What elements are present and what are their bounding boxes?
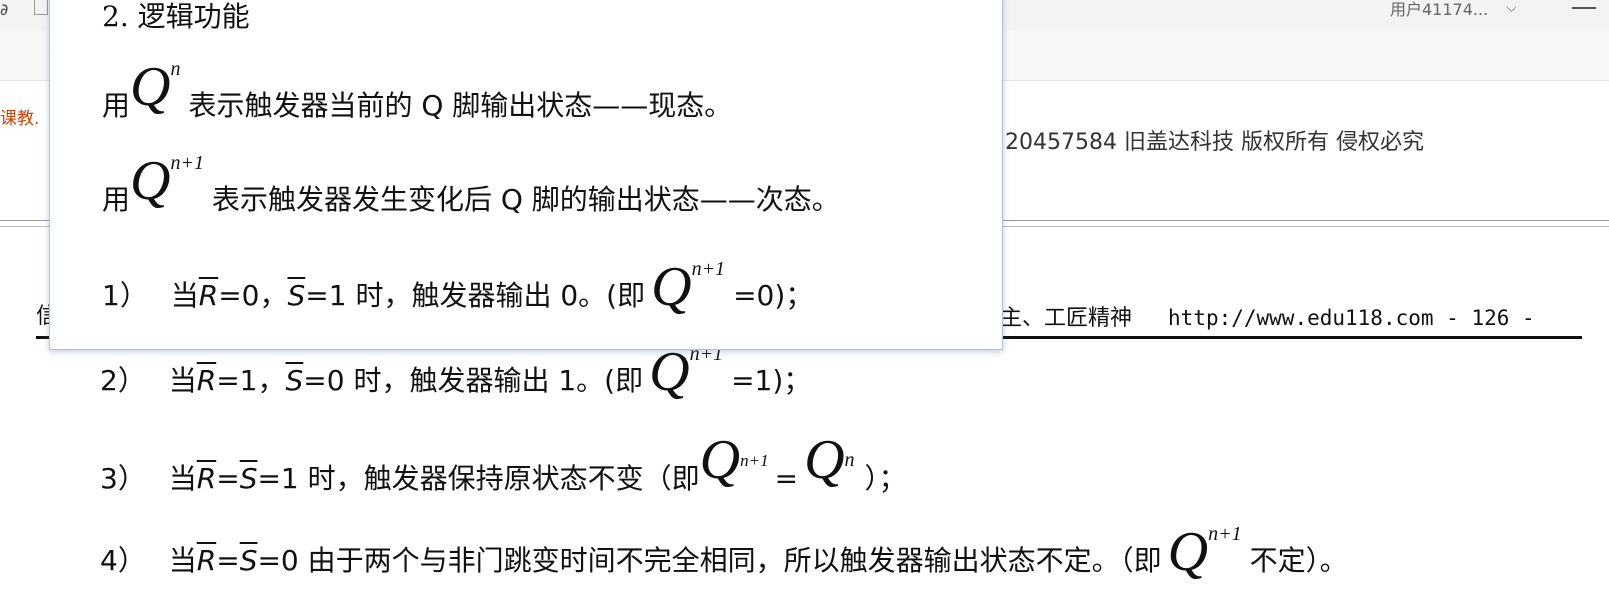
superscript: n+1 [1208,523,1242,545]
preview-popup[interactable]: 2. 逻辑功能 用Qn表示触发器当前的 Q 脚输出状态——现态。 用Qn+1表示… [49,0,1003,350]
item-text: 不定）。 [1249,544,1348,577]
list-item: 4） 当R=S=0 由于两个与非门跳变时间不完全相同，所以触发器输出状态不定。（… [100,524,1348,580]
s-bar-symbol: S [287,279,306,312]
r-bar-symbol: R [196,364,217,397]
item-text: =1， [216,364,286,397]
list-item: 3） 当R=S=1 时，触发器保持原状态不变（即Qn+1= Qn）； [100,432,907,493]
item-text: 用 [102,89,131,122]
item-text: =0 由于两个与非门跳变时间不完全相同，所以触发器输出状态不定。（即 [257,544,1162,577]
item-text: ）； [864,462,907,495]
superscript: n [170,58,181,80]
item-text: 表示触发器当前的 Q 脚输出状态——现态。 [188,89,733,122]
item-text: 表示触发器发生变化后 Q 脚的输出状态——次态。 [211,183,840,216]
sidebar-link[interactable]: 课教. [0,104,39,129]
superscript: n+1 [691,258,726,280]
item-text: =0)； [733,279,814,312]
item-text: = [216,544,240,577]
definition-line-current: 用Qn 表示触发器当前的 Q 脚输出状态——现态。 [102,59,732,120]
r-bar-symbol: R [198,279,219,312]
item-number: 2） [100,364,146,397]
user-account-label[interactable]: 用户41174... [1390,0,1488,22]
item-text: 用 [102,183,131,216]
list-item: 1） 当R=0，S=1 时，触发器输出 0。(即 Qn+1 =0)； [102,259,813,315]
list-item: 2） 当R=1，S=0 时，触发器输出 1。(即 Qn+1=1)； [100,344,811,400]
r-bar-symbol: R [196,462,217,495]
superscript: n [844,449,855,471]
item-number: 3） [100,462,146,495]
item-text: 当 [170,279,199,312]
item-text: =1)； [731,364,812,397]
page-footer: 主、工匠精神 http://www.edu118.com - 126 - [1000,300,1535,332]
minimize-button[interactable] [1572,7,1596,9]
chevron-down-icon[interactable]: ⌵ [1506,0,1517,16]
superscript: n+1 [740,451,769,470]
item-text: =0， [218,279,288,312]
footer-url[interactable]: http://www.edu118.com - 126 - [1168,306,1535,330]
app-icon: ∂ [0,0,9,19]
superscript: n+1 [170,152,204,174]
document-icon[interactable] [34,0,48,15]
definition-line-next: 用Qn+1 表示触发器发生变化后 Q 脚的输出状态——次态。 [102,153,840,214]
s-bar-symbol: S [239,462,258,495]
item-text: = [774,462,799,495]
item-text: =1 时，触发器保持原状态不变（即 [257,462,700,495]
page-header-text: 20457584 旧盖达科技 版权所有 侵权必究 [1005,130,1424,155]
item-text: 当 [168,544,197,577]
q-symbol: Q [804,429,845,491]
q-symbol: Q [651,256,692,318]
q-symbol: Q [1167,521,1209,583]
section-heading: 2. 逻辑功能 [102,0,250,33]
item-text: 当 [168,364,197,397]
s-bar-symbol: S [239,544,258,577]
q-symbol: Q [130,150,171,212]
item-text: = [216,462,240,495]
item-text: 当 [168,462,197,495]
q-symbol: Q [130,56,171,118]
item-number: 4） [100,544,146,577]
r-bar-symbol: R [196,544,217,577]
item-text: =0 时，触发器输出 1。(即 [303,364,644,397]
footer-slogan: 主、工匠精神 [1000,306,1133,331]
q-symbol: Q [649,341,690,403]
item-text: =1 时，触发器输出 0。(即 [305,279,646,312]
item-number: 1） [102,279,148,312]
s-bar-symbol: S [285,364,304,397]
q-symbol: Q [699,429,741,491]
